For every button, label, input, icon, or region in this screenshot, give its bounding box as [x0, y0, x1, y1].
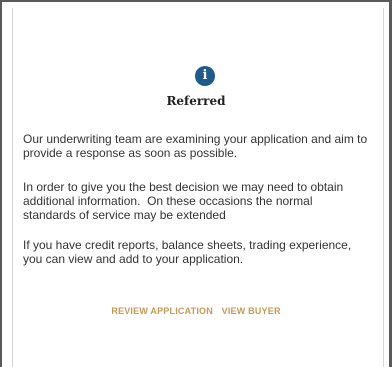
view-buyer-link[interactable]: VIEW BUYER [222, 306, 281, 316]
info-icon: i [195, 66, 215, 86]
window-frame: i Referred Our underwriting team are exa… [0, 0, 392, 367]
message-paragraph-3: If you have credit reports, balance shee… [23, 238, 352, 266]
message-paragraph-2: In order to give you the best decision w… [23, 180, 347, 222]
dialog-title: Referred [166, 94, 226, 108]
dialog-actions: REVIEW APPLICATION VIEW BUYER [0, 306, 392, 316]
message-paragraph-1: Our underwriting team are examining your… [23, 132, 368, 160]
review-application-link[interactable]: REVIEW APPLICATION [111, 306, 213, 316]
top-border [0, 0, 392, 2]
